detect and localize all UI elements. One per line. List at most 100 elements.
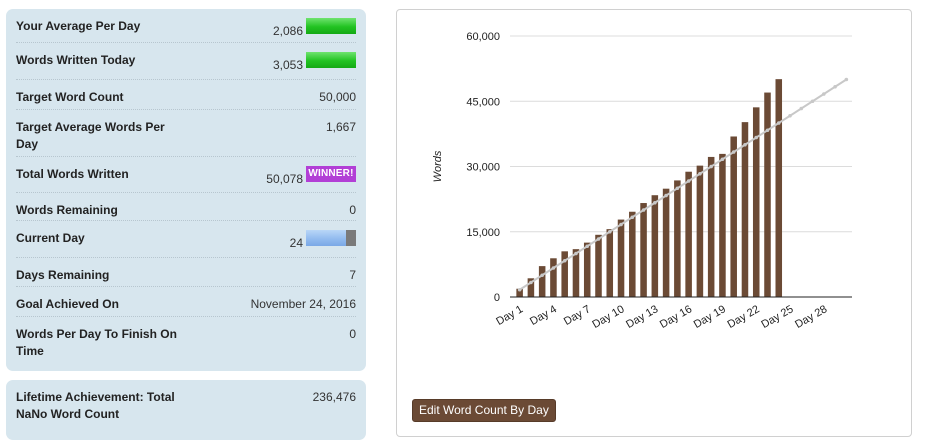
target-point [765, 128, 770, 133]
stat-value: 0 [349, 327, 356, 341]
target-point [686, 179, 691, 183]
stat-value: 0 [349, 203, 356, 217]
stat-label: Target Average Words Per Day [16, 120, 165, 151]
x-tick-label: Day 28 [793, 303, 829, 331]
word-count-bar [662, 188, 670, 297]
word-count-bar [764, 92, 771, 297]
target-point [540, 273, 544, 278]
target-point [844, 77, 849, 82]
stat-row-target-word-count: Target Word Count 50,000 [16, 80, 356, 110]
edit-word-count-button[interactable]: Edit Word Count By Day [412, 399, 556, 422]
target-point [776, 121, 781, 125]
day-progress-fill [306, 230, 346, 246]
target-point [743, 142, 747, 147]
word-count-bar [595, 234, 602, 297]
winner-badge: WINNER! [306, 166, 356, 182]
x-tick-label: Day 22 [726, 303, 762, 331]
target-point [641, 208, 646, 212]
word-count-bar [640, 203, 647, 297]
target-point [619, 222, 623, 227]
target-point [551, 266, 556, 270]
x-tick-label: Day 10 [590, 303, 626, 331]
x-tick-label: Day 16 [658, 303, 694, 331]
x-tick-label: Day 4 [528, 303, 559, 328]
stat-row-total-words-written: Total Words Written 50,078 WINNER! [16, 157, 356, 193]
x-tick-label: Day 1 [494, 303, 525, 328]
word-count-bar [696, 165, 704, 297]
target-point [675, 186, 680, 191]
stat-label: Current Day [16, 231, 85, 245]
target-point [653, 200, 657, 205]
lifetime-label: Lifetime Achievement: Total NaNo Word Co… [16, 390, 175, 421]
stat-value: November 24, 2016 [250, 297, 356, 311]
target-point [810, 99, 815, 104]
lifetime-panel: Lifetime Achievement: Total NaNo Word Co… [6, 380, 366, 440]
target-point [664, 193, 668, 198]
lifetime-row: Lifetime Achievement: Total NaNo Word Co… [16, 380, 356, 440]
x-tick-label: Day 13 [624, 303, 660, 331]
stat-label: Words Written Today [16, 53, 136, 67]
target-point [574, 251, 578, 256]
stat-label: Goal Achieved On [16, 297, 119, 311]
word-count-bar [572, 249, 580, 297]
word-count-chart: 0 15,000 30,000 45,000 60,000 Words Day 1 Day 4… [432, 31, 852, 331]
word-count-bar [651, 195, 659, 297]
word-count-bar [606, 229, 614, 297]
y-tick-label: 30,000 [466, 162, 500, 174]
target-point [754, 135, 759, 140]
y-tick-label: 15,000 [466, 227, 500, 239]
target-point [709, 164, 713, 169]
stat-row-words-per-day-to-finish: Words Per Day To Finish On Time 0 [16, 317, 356, 371]
x-tick-label: Day 7 [562, 303, 593, 328]
lifetime-value: 236,476 [312, 390, 356, 404]
word-count-bar [617, 219, 625, 297]
target-point [562, 258, 567, 263]
target-point [698, 171, 702, 176]
stat-label: Words Per Day To Finish On Time [16, 327, 177, 358]
target-line [519, 78, 847, 291]
y-tick-label: 60,000 [466, 31, 500, 43]
target-point [731, 150, 736, 154]
target-point [607, 229, 612, 234]
stat-label: Total Words Written [16, 167, 129, 181]
word-count-bar [775, 79, 783, 297]
target-point [833, 84, 837, 89]
chart-box: 0 15,000 30,000 45,000 60,000 Words Day 1 Day 4… [396, 9, 912, 437]
stat-row-words-written-today: Words Written Today 3,053 [16, 43, 356, 80]
progress-bar [306, 18, 356, 34]
stat-row-current-day: Current Day 24 [16, 221, 356, 258]
day-progress-bar [306, 230, 356, 246]
y-tick-label: 0 [494, 292, 500, 304]
stat-row-target-average-per-day: Target Average Words Per Day 1,667 [16, 110, 356, 157]
word-count-bar [674, 180, 681, 297]
y-axis-label: Words [432, 150, 444, 182]
stat-label: Target Word Count [16, 90, 124, 104]
word-count-bar [538, 266, 546, 297]
word-count-bar [707, 156, 715, 297]
word-count-bar [550, 258, 557, 297]
stat-value: 2,086 [272, 24, 303, 38]
stat-row-words-remaining: Words Remaining 0 [16, 193, 356, 221]
target-point [596, 237, 601, 241]
target-point [630, 215, 635, 220]
stat-label: Words Remaining [16, 203, 118, 217]
target-point [517, 287, 522, 292]
stat-value: 50,078 [266, 172, 303, 186]
stat-row-goal-achieved-on: Goal Achieved On November 24, 2016 [16, 287, 356, 317]
word-count-bar [629, 211, 636, 297]
stat-label: Your Average Per Day [16, 19, 141, 33]
stat-row-average-per-day: Your Average Per Day 2,086 [16, 9, 356, 43]
word-count-bar [730, 136, 737, 297]
target-point [799, 106, 804, 111]
y-tick-label: 45,000 [466, 96, 500, 108]
stat-value: 3,053 [272, 58, 303, 72]
progress-bar [306, 52, 356, 68]
x-tick-label: Day 25 [759, 303, 795, 331]
word-count-bar [741, 122, 749, 297]
target-point [788, 113, 792, 118]
word-count-bar [583, 242, 591, 297]
word-count-bar [685, 171, 692, 297]
target-point [720, 157, 725, 162]
stat-row-days-remaining: Days Remaining 7 [16, 258, 356, 287]
target-point [529, 280, 533, 285]
